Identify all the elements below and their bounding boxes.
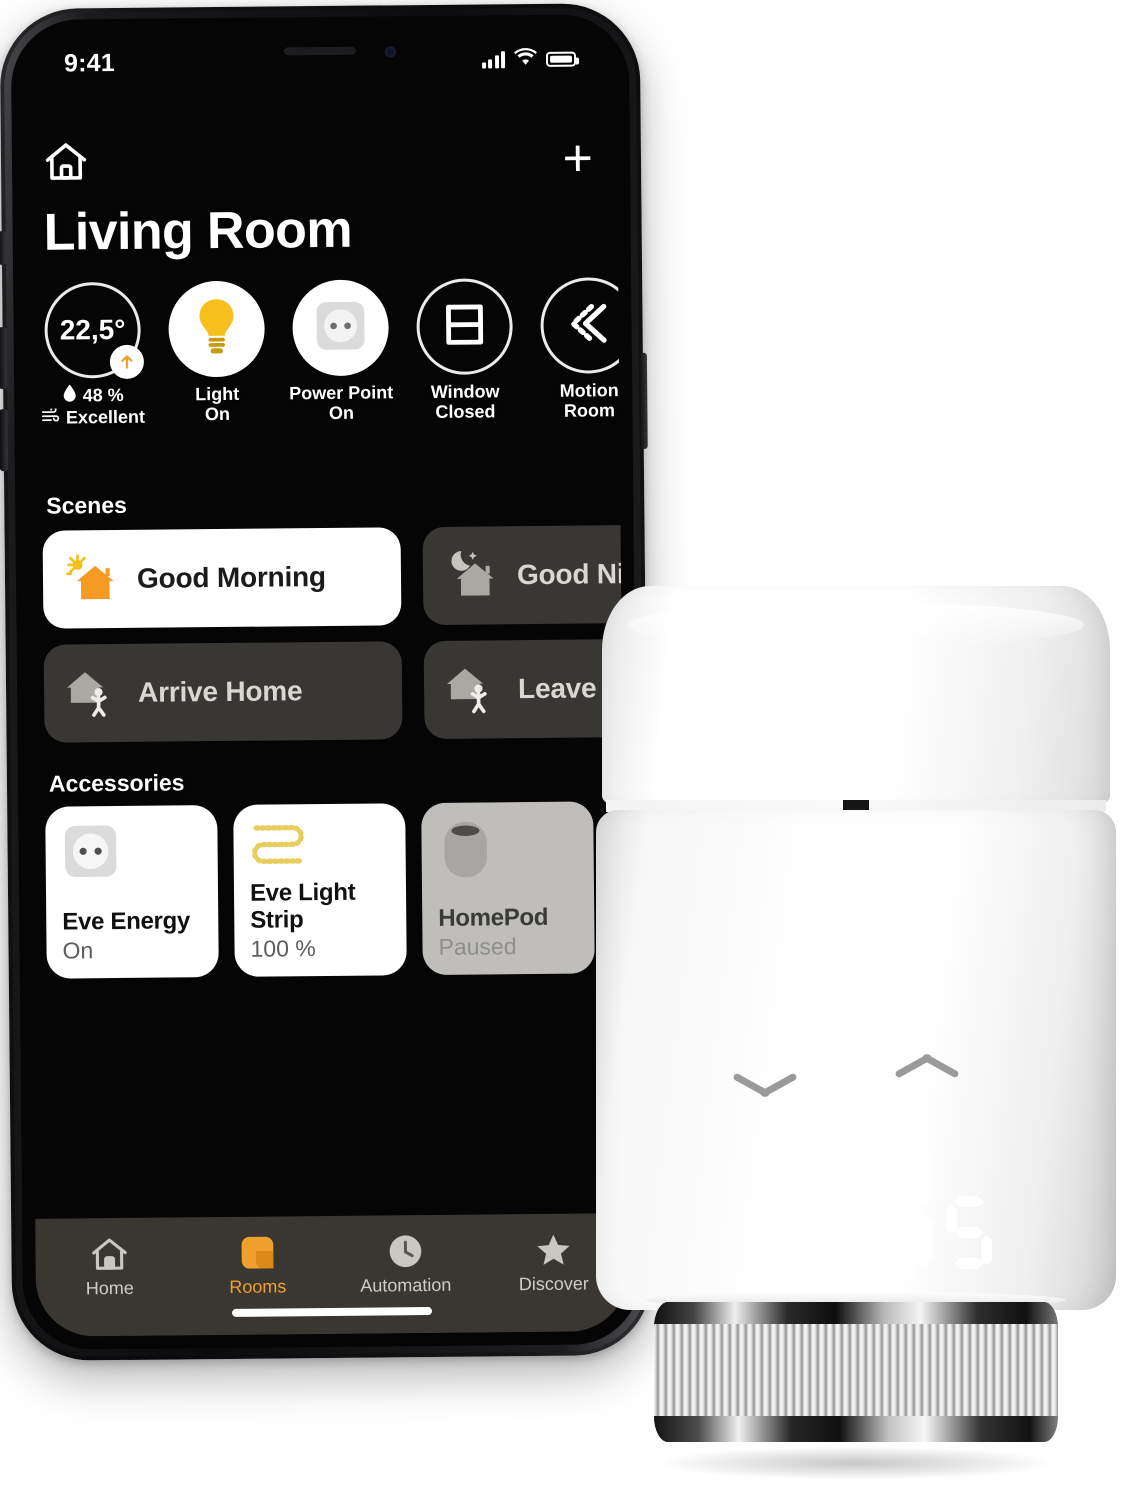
tab-label: Automation xyxy=(360,1274,452,1296)
thermostat-body xyxy=(596,810,1116,1310)
scene-card-arrive-home[interactable]: Arrive Home xyxy=(43,641,403,743)
phone-screen: + Living Room 22,5° 48 % Excellent Light… xyxy=(23,27,629,1337)
volume-down-button[interactable] xyxy=(0,409,8,472)
power-socket-icon xyxy=(313,298,368,358)
app-top-bar: + xyxy=(43,129,593,188)
accessory-card-eve-energy[interactable]: Eve Energy On xyxy=(45,805,219,979)
lcd-digit-tens xyxy=(746,1140,832,1278)
moon-house-icon xyxy=(445,547,500,605)
chevron-up-icon[interactable] xyxy=(896,1072,958,1106)
product-composite-image: + Living Room 22,5° 48 % Excellent Light… xyxy=(0,0,1124,1500)
temperature-value: 22,5° xyxy=(59,313,126,346)
homepod-icon xyxy=(437,818,578,881)
humidity-value: 48 % xyxy=(82,384,124,406)
volume-up-button[interactable] xyxy=(0,327,8,390)
house-person-arrive-icon xyxy=(66,664,121,722)
droplet-icon xyxy=(63,384,78,407)
tab-label: Home xyxy=(85,1277,134,1299)
tile-label-line2: Room xyxy=(563,400,616,421)
thermostat-top-cap xyxy=(602,586,1110,806)
thermostat-lcd-display xyxy=(746,1140,992,1278)
status-tile-power-point[interactable]: Power Point On xyxy=(288,279,393,426)
motion-dial[interactable] xyxy=(540,277,629,374)
status-tile-light[interactable]: Light On xyxy=(164,280,269,428)
tile-label-line1: Power Point xyxy=(289,382,394,404)
bottom-tab-bar: Home Rooms Automation Discover xyxy=(35,1213,629,1337)
window-dial[interactable] xyxy=(416,278,514,376)
power-socket-icon xyxy=(61,821,202,884)
tile-label-line2: On xyxy=(204,403,231,425)
page-title: Living Room xyxy=(43,200,353,262)
house-icon[interactable] xyxy=(43,140,89,187)
tile-label-line1: Light xyxy=(195,383,240,405)
arrow-up-icon xyxy=(109,344,145,380)
status-tile-window[interactable]: Window Closed xyxy=(412,278,517,425)
sun-house-icon xyxy=(65,550,120,608)
accessory-name: Eve Light Strip xyxy=(249,878,356,934)
device-shadow xyxy=(656,1446,1056,1480)
knurled-metal-collar[interactable] xyxy=(654,1302,1058,1442)
smart-radiator-thermostat xyxy=(596,586,1116,1486)
climate-dial[interactable]: 22,5° xyxy=(44,281,145,380)
scene-card-good-morning[interactable]: Good Morning xyxy=(42,527,402,629)
add-accessory-button[interactable]: + xyxy=(562,129,593,187)
status-clock: 9:41 xyxy=(63,48,116,77)
scenes-grid: Good Morning Good Night Arrive Home Leav… xyxy=(42,523,629,743)
tab-home[interactable]: Home xyxy=(35,1231,184,1299)
climate-readout: 48 % Excellent xyxy=(41,384,145,429)
tile-label-line1: Window xyxy=(430,381,500,402)
house-icon xyxy=(35,1231,183,1276)
status-tile-motion[interactable]: Motion Room xyxy=(536,277,629,424)
iphone-device: + Living Room 22,5° 48 % Excellent Light… xyxy=(0,2,653,1362)
light-dial[interactable] xyxy=(168,280,266,378)
tab-rooms[interactable]: Rooms xyxy=(183,1230,332,1298)
light-strip-icon xyxy=(249,819,390,879)
accessory-status: On xyxy=(62,937,94,964)
accessory-card-homepod[interactable]: HomePod Paused xyxy=(421,801,595,976)
accessory-card-eve-light-strip[interactable]: Eve Light Strip 100 % xyxy=(233,803,407,977)
tab-label: Rooms xyxy=(229,1276,287,1297)
accessories-grid: Eve Energy On Eve Light Strip 100 % Home… xyxy=(45,801,628,979)
house-person-leave-icon xyxy=(446,661,501,719)
lcd-digit-half xyxy=(946,1196,992,1270)
chevron-down-icon[interactable] xyxy=(734,1072,796,1106)
status-tiles-row: 22,5° 48 % Excellent Light On Power Poin… xyxy=(40,277,629,429)
clock-icon xyxy=(331,1229,479,1274)
scene-label: Arrive Home xyxy=(137,675,303,708)
cellular-bars-icon xyxy=(481,50,506,68)
tile-label-line2: On xyxy=(328,402,355,423)
accessory-status: Paused xyxy=(438,933,517,960)
accessories-heading: Accessories xyxy=(48,769,185,797)
scenes-heading: Scenes xyxy=(46,491,127,519)
accessory-name: Eve Energy xyxy=(62,907,191,936)
lightbulb-icon xyxy=(191,295,242,362)
wifi-icon xyxy=(513,47,537,70)
accessory-name: HomePod xyxy=(438,903,549,932)
status-tile-climate[interactable]: 22,5° 48 % Excellent xyxy=(40,281,145,429)
air-wave-icon xyxy=(42,406,61,429)
tile-label-line1: Motion xyxy=(559,380,619,401)
motion-chevrons-icon xyxy=(563,300,613,351)
mute-switch[interactable] xyxy=(0,231,6,266)
tab-automation[interactable]: Automation xyxy=(331,1229,480,1297)
status-bar: 9:41 xyxy=(24,39,616,83)
accessory-status: 100 % xyxy=(250,935,316,962)
window-icon xyxy=(440,300,489,353)
power-point-dial[interactable] xyxy=(292,279,390,377)
rooms-squares-icon xyxy=(183,1230,331,1275)
lcd-digit-ones xyxy=(846,1140,932,1278)
tile-label-line2: Closed xyxy=(435,401,496,422)
power-button[interactable] xyxy=(638,352,648,449)
home-app-ui: + Living Room 22,5° 48 % Excellent Light… xyxy=(24,27,629,1337)
battery-icon xyxy=(545,51,577,67)
scene-label: Good Morning xyxy=(136,560,327,594)
air-quality-value: Excellent xyxy=(65,406,146,428)
